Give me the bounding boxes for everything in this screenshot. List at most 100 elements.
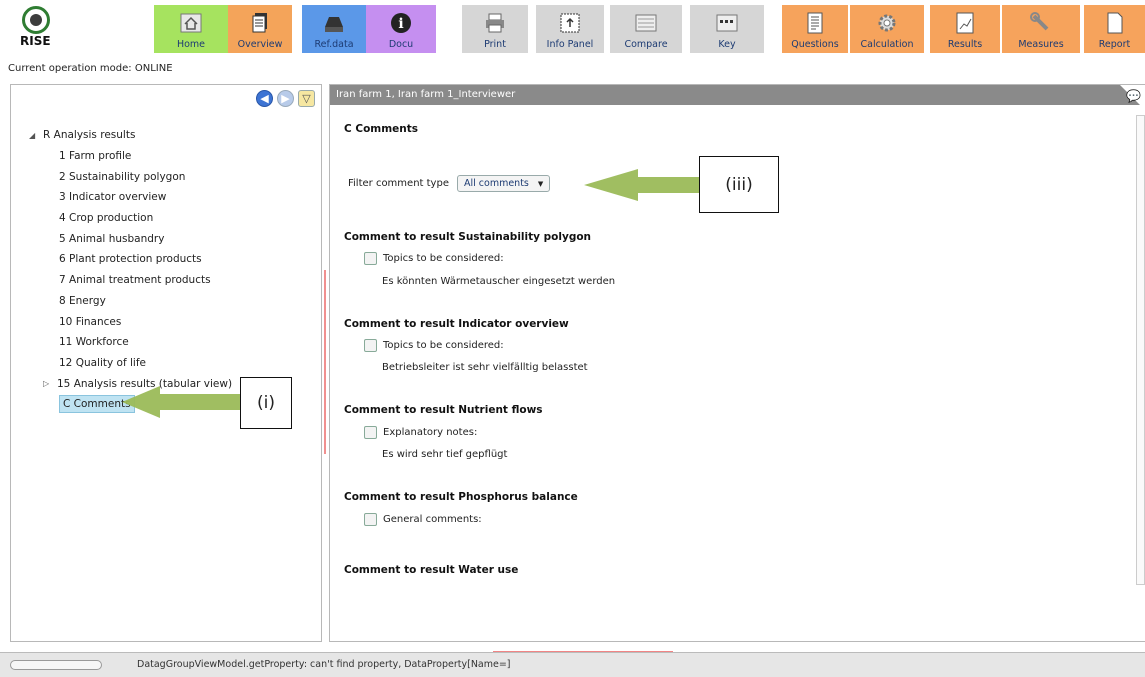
comment-text: Es wird sehr tief gepflügt <box>382 449 508 460</box>
comment-checkbox-row[interactable]: Topics to be considered: <box>364 252 504 265</box>
comment-text: Es könnten Wärmetauscher eingesetzt werd… <box>382 276 616 287</box>
docu-button[interactable]: i Docu <box>366 5 436 53</box>
questionnaire-icon <box>802 10 828 36</box>
checkbox[interactable] <box>364 426 377 439</box>
home-label: Home <box>176 39 206 50</box>
wrench-icon <box>1028 10 1054 36</box>
info-panel-button[interactable]: Info Panel <box>536 5 604 53</box>
tree-item-quality-of-life[interactable]: 12 Quality of life <box>29 353 232 374</box>
questions-label: Questions <box>791 39 839 50</box>
collapsed-icon[interactable]: ▷ <box>43 379 57 388</box>
comment-checkbox-row[interactable]: Explanatory notes: <box>364 426 477 439</box>
overview-button[interactable]: Overview <box>228 5 292 53</box>
filter-icon[interactable]: ▽ <box>298 90 315 107</box>
tree-root-label: R Analysis results <box>43 129 136 142</box>
tree-item-label: 7 Animal treatment products <box>59 274 211 287</box>
section-title: Comment to result Sustainability polygon <box>344 231 592 243</box>
forward-icon[interactable]: ▶ <box>277 90 294 107</box>
annotation-arrow-i <box>122 386 240 418</box>
progress-indicator <box>10 660 102 670</box>
checkbox[interactable] <box>364 252 377 265</box>
tree-item-label: 6 Plant protection products <box>59 253 202 266</box>
checkbox-label: Topics to be considered: <box>383 340 504 351</box>
tree-item-animal-husbandry[interactable]: 5 Animal husbandry <box>29 228 232 249</box>
operation-mode: Current operation mode: ONLINE <box>8 63 173 74</box>
filter-label: Filter comment type <box>348 178 449 189</box>
tree-item-animal-treatment[interactable]: 7 Animal treatment products <box>29 270 232 291</box>
section-title: Comment to result Nutrient flows <box>344 404 543 416</box>
results-tree: ◢ R Analysis results 1 Farm profile 2 Su… <box>29 125 232 415</box>
dropdown-value: All comments <box>463 178 529 189</box>
tree-item-label: 4 Crop production <box>59 212 154 225</box>
key-button[interactable]: Key <box>690 5 764 53</box>
chevron-down-icon: ▼ <box>537 180 544 188</box>
tree-item-label: 2 Sustainability polygon <box>59 170 186 183</box>
comment-type-dropdown[interactable]: All comments ▼ <box>456 175 551 192</box>
tree-root[interactable]: ◢ R Analysis results <box>29 125 232 146</box>
status-bar: DatagGroupViewModel.getProperty: can't f… <box>0 652 1145 677</box>
tree-item-plant-protection[interactable]: 6 Plant protection products <box>29 249 232 270</box>
measures-button[interactable]: Measures <box>1002 5 1080 53</box>
report-button[interactable]: Report <box>1084 5 1145 53</box>
tree-item-label: 5 Animal husbandry <box>59 232 165 245</box>
tree-item-crop-production[interactable]: 4 Crop production <box>29 208 232 229</box>
page-title: C Comments <box>344 123 419 135</box>
measures-label: Measures <box>1018 39 1064 50</box>
print-label: Print <box>484 39 506 50</box>
home-icon <box>178 10 204 36</box>
section-title: Comment to result Indicator overview <box>344 318 569 330</box>
tree-item-energy[interactable]: 8 Energy <box>29 291 232 312</box>
annotation-arrow-iii <box>584 169 700 201</box>
info-icon: i <box>388 10 414 36</box>
rise-logo: RISE <box>18 6 60 50</box>
overview-icon <box>247 10 273 36</box>
tree-item-label: 11 Workforce <box>59 336 129 349</box>
status-message: DatagGroupViewModel.getProperty: can't f… <box>137 659 511 670</box>
tree-item-farm-profile[interactable]: 1 Farm profile <box>29 146 232 167</box>
tree-item-workforce[interactable]: 11 Workforce <box>29 332 232 353</box>
results-label: Results <box>947 39 983 50</box>
tree-item-label: 8 Energy <box>59 294 106 307</box>
questions-button[interactable]: Questions <box>782 5 848 53</box>
key-grid-icon <box>714 10 740 36</box>
report-label: Report <box>1098 39 1131 50</box>
upload-panel-icon <box>557 10 583 36</box>
checkbox-label: Explanatory notes: <box>383 427 478 438</box>
calculation-label: Calculation <box>860 39 914 50</box>
comment-checkbox-row[interactable]: Topics to be considered: <box>364 339 504 352</box>
home-button[interactable]: Home <box>154 5 228 53</box>
tree-item-label: 12 Quality of life <box>59 356 147 369</box>
tree-item-label: 10 Finances <box>59 315 122 328</box>
refdata-label: Ref.data <box>314 39 354 50</box>
back-icon[interactable]: ◀ <box>256 90 273 107</box>
logo-text: RISE <box>20 34 51 48</box>
report-icon <box>1102 10 1128 36</box>
key-label: Key <box>718 39 736 50</box>
tree-item-sustainability-polygon[interactable]: 2 Sustainability polygon <box>29 166 232 187</box>
navigation-panel: ◀ ▶ ▽ ◢ R Analysis results 1 Farm profil… <box>10 84 322 642</box>
tree-item-indicator-overview[interactable]: 3 Indicator overview <box>29 187 232 208</box>
calculation-button[interactable]: Calculation <box>850 5 924 53</box>
checkbox-label: Topics to be considered: <box>383 253 504 264</box>
tree-item-finances[interactable]: 10 Finances <box>29 311 232 332</box>
comment-checkbox-row[interactable]: General comments: <box>364 513 482 526</box>
results-button[interactable]: Results <box>930 5 1000 53</box>
refdata-button[interactable]: Ref.data <box>302 5 366 53</box>
checkbox[interactable] <box>364 339 377 352</box>
info-panel-label: Info Panel <box>546 39 594 50</box>
tree-item-label: 3 Indicator overview <box>59 191 167 204</box>
filter-row: Filter comment type All comments ▼ <box>348 175 551 192</box>
record-header: Iran farm 1, Iran farm 1_Interviewer <box>330 85 1140 105</box>
panel-splitter[interactable] <box>324 270 326 454</box>
gear-icon <box>874 10 900 36</box>
print-button[interactable]: Print <box>462 5 528 53</box>
section-title: Comment to result Water use <box>344 564 519 576</box>
vertical-scrollbar[interactable] <box>1136 115 1145 585</box>
compare-button[interactable]: Compare <box>610 5 682 53</box>
speech-bubble-icon[interactable]: 💬 <box>1126 89 1141 103</box>
tree-item-label: 1 Farm profile <box>59 150 132 163</box>
overview-label: Overview <box>237 39 283 50</box>
checkbox[interactable] <box>364 513 377 526</box>
panel-tools: ◀ ▶ ▽ <box>256 90 315 107</box>
docu-label: Docu <box>388 39 414 50</box>
